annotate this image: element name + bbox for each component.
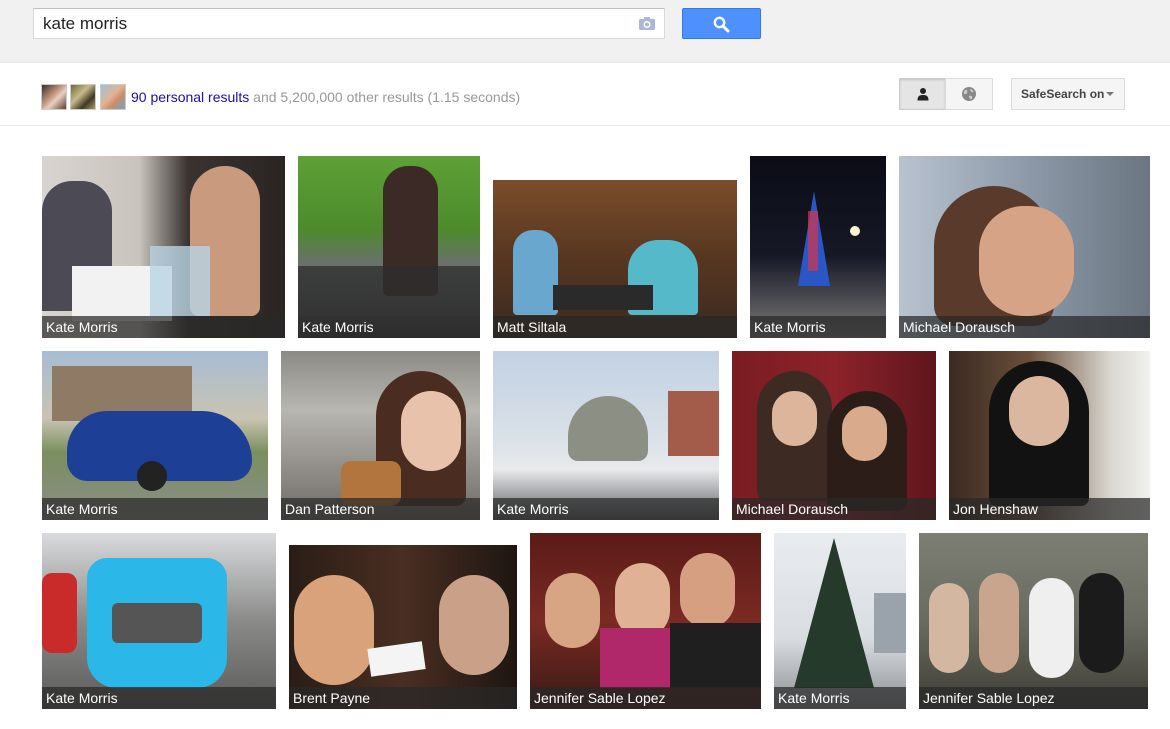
image-caption: Matt Siltala [493, 316, 737, 338]
personal-results-link[interactable]: 90 personal results [131, 89, 249, 105]
image-result[interactable]: Matt Siltala [493, 180, 737, 338]
image-result[interactable]: Kate Morris [42, 156, 285, 338]
image-caption: Kate Morris [42, 498, 268, 520]
safesearch-dropdown[interactable]: SafeSearch on [1011, 78, 1125, 110]
image-result[interactable]: Kate Morris [42, 533, 276, 709]
photo-region [794, 538, 874, 688]
image-caption: Jennifer Sable Lopez [530, 687, 761, 709]
dropdown-caret-icon [1106, 92, 1114, 96]
photo-region [1009, 376, 1069, 446]
search-button[interactable] [682, 8, 761, 39]
photo-region [668, 391, 719, 456]
avatar[interactable] [70, 84, 96, 110]
image-result[interactable]: Jennifer Sable Lopez [530, 533, 761, 709]
image-caption: Jon Henshaw [949, 498, 1150, 520]
photo-region [298, 266, 480, 316]
image-caption: Dan Patterson [281, 498, 480, 520]
globe-icon [962, 87, 976, 101]
image-caption: Kate Morris [298, 316, 480, 338]
photo-region [979, 206, 1074, 316]
photo-region [401, 391, 461, 471]
result-count-text: and 5,200,000 other results (1.15 second… [249, 89, 521, 105]
photo-region [137, 461, 167, 491]
image-caption: Kate Morris [493, 498, 719, 520]
image-caption: Michael Dorausch [899, 316, 1150, 338]
photo-region [808, 211, 818, 271]
photo-region [1029, 578, 1074, 678]
search-input[interactable] [43, 12, 623, 36]
photo-region [670, 623, 761, 688]
avatar[interactable] [41, 84, 67, 110]
camera-icon[interactable] [638, 16, 656, 31]
photo-region [1079, 573, 1124, 673]
image-result[interactable]: Kate Morris [42, 351, 268, 520]
image-result[interactable]: Kate Morris [774, 533, 906, 709]
image-caption: Kate Morris [774, 687, 906, 709]
safesearch-label: SafeSearch on [1021, 87, 1105, 101]
photo-region [545, 573, 600, 648]
photo-region [929, 583, 969, 673]
image-result[interactable]: Jon Henshaw [949, 351, 1150, 520]
personal-results-toggle[interactable] [899, 78, 946, 110]
photo-region [979, 573, 1019, 673]
magnifier-icon [713, 16, 730, 33]
photo-region [874, 593, 906, 653]
image-result[interactable]: Michael Dorausch [899, 156, 1150, 338]
image-result[interactable]: Brent Payne [289, 545, 517, 709]
image-result[interactable]: Kate Morris [298, 156, 480, 338]
photo-region [367, 641, 426, 677]
photo-region [42, 573, 77, 653]
image-result[interactable]: Michael Dorausch [732, 351, 936, 520]
search-header [0, 0, 1170, 63]
photo-region [439, 575, 509, 675]
photo-region [850, 226, 860, 236]
photo-region [680, 553, 735, 628]
photo-region [553, 285, 653, 310]
image-caption: Kate Morris [750, 316, 886, 338]
result-stats: 90 personal results and 5,200,000 other … [131, 89, 520, 105]
photo-region [568, 396, 648, 461]
image-caption: Kate Morris [42, 687, 276, 709]
image-caption: Brent Payne [289, 687, 517, 709]
search-box[interactable] [33, 8, 665, 39]
photo-region [294, 575, 374, 685]
image-result[interactable]: Dan Patterson [281, 351, 480, 520]
image-caption: Jennifer Sable Lopez [919, 687, 1148, 709]
person-icon [917, 88, 928, 101]
photo-region [150, 246, 210, 316]
avatar[interactable] [100, 84, 126, 110]
photo-region [600, 628, 670, 688]
photo-region [772, 391, 817, 446]
photo-region [513, 230, 558, 315]
world-results-toggle[interactable] [945, 78, 993, 110]
photo-region [842, 406, 887, 461]
image-result[interactable]: Kate Morris [750, 156, 886, 338]
photo-region [615, 563, 670, 638]
results-toolbar: 90 personal results and 5,200,000 other … [0, 64, 1170, 126]
image-result[interactable]: Kate Morris [493, 351, 719, 520]
image-caption: Michael Dorausch [732, 498, 936, 520]
image-result[interactable]: Jennifer Sable Lopez [919, 533, 1148, 709]
photo-region [112, 603, 202, 643]
image-caption: Kate Morris [42, 316, 285, 338]
